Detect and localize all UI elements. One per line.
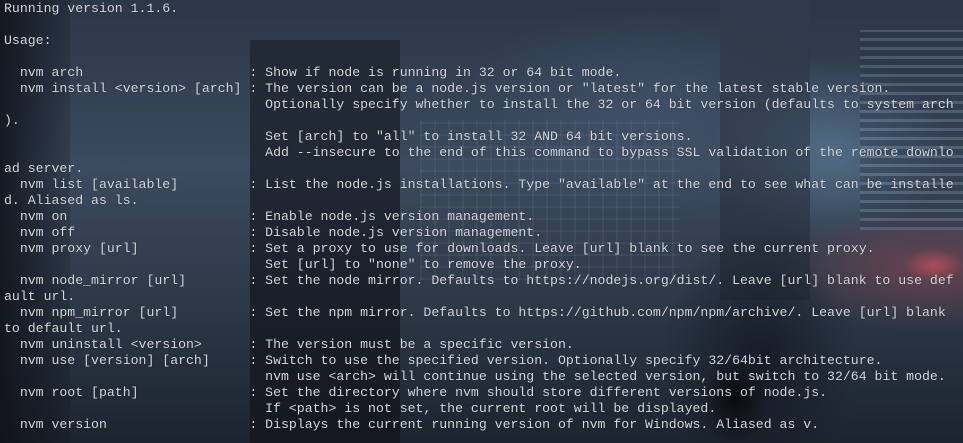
output-line: nvm node_mirror [url] : Set the node mir… — [4, 273, 954, 288]
output-line: nvm proxy [url] : Set a proxy to use for… — [4, 241, 875, 256]
output-line: Set [url] to "none" to remove the proxy. — [4, 257, 582, 272]
output-line: Optionally specify whether to install th… — [4, 97, 954, 112]
output-line: ). — [4, 113, 20, 128]
output-line: to default url. — [4, 321, 123, 336]
output-line: Set [arch] to "all" to install 32 AND 64… — [4, 129, 693, 144]
output-line: Running version 1.1.6. — [4, 1, 179, 16]
output-line: ad server. — [4, 161, 84, 176]
output-line: nvm list [available] : List the node.js … — [4, 177, 954, 192]
output-line: Usage: — [4, 33, 52, 48]
output-line: ault url. — [4, 289, 76, 304]
output-line: nvm npm_mirror [url] : Set the npm mirro… — [4, 305, 946, 320]
terminal-output: Running version 1.1.6. Usage: nvm arch : … — [4, 1, 954, 433]
output-line: nvm on : Enable node.js version manageme… — [4, 209, 535, 224]
output-line: Add --insecure to the end of this comman… — [4, 145, 954, 160]
output-line: nvm off : Disable node.js version manage… — [4, 225, 543, 240]
output-line: nvm uninstall <version> : The version mu… — [4, 337, 574, 352]
output-line: nvm arch : Show if node is running in 32… — [4, 65, 622, 80]
output-line: nvm version : Displays the current runni… — [4, 417, 820, 432]
output-line: nvm use <arch> will continue using the s… — [4, 369, 946, 384]
terminal-window[interactable]: Running version 1.1.6. Usage: nvm arch : … — [0, 0, 963, 443]
output-line: nvm use [version] [arch] : Switch to use… — [4, 353, 883, 368]
output-line: nvm install <version> [arch] : The versi… — [4, 81, 891, 96]
output-line: nvm root [path] : Set the directory wher… — [4, 385, 828, 400]
output-line: d. Aliased as ls. — [4, 193, 139, 208]
output-line: If <path> is not set, the current root w… — [4, 401, 717, 416]
